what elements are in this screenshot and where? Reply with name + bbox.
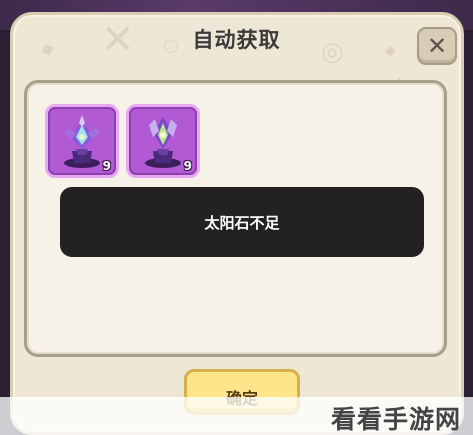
dialog-title: 自动获取 <box>192 28 281 52</box>
crystal-statue-icon <box>145 117 181 168</box>
item-count: 9 <box>183 159 192 173</box>
insufficient-toast: 太阳石不足 <box>60 187 424 257</box>
watermark-logo: 看看手游网 <box>330 405 461 434</box>
reward-item-purple-crystal-statue-a[interactable]: 9 <box>45 104 119 178</box>
crystal-statue-icon <box>64 115 100 168</box>
item-count: 9 <box>102 159 111 173</box>
close-icon: ✕ <box>426 32 448 60</box>
game-screen: ◆ ✕ ○ ◎ ◆ ▲ 自动获取 ✕ 9 <box>0 0 473 435</box>
reward-item-purple-crystal-statue-b[interactable]: 9 <box>126 104 200 178</box>
close-button[interactable]: ✕ <box>417 27 457 65</box>
